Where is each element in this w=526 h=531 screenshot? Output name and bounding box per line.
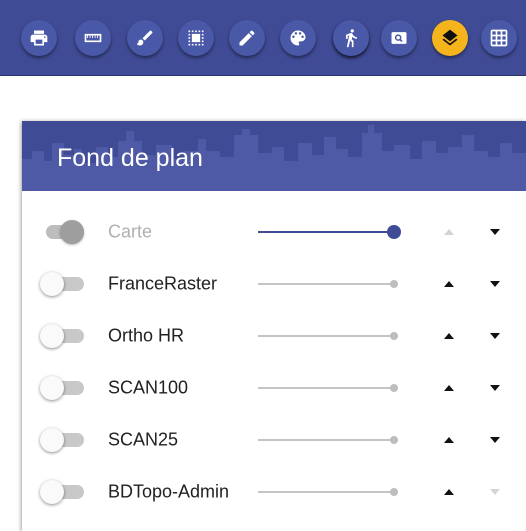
layer-toggle-franceraster[interactable] [40,272,90,296]
slider-thumb[interactable] [390,436,398,444]
layers-button[interactable] [432,20,468,56]
style-button[interactable] [280,20,316,56]
move-up-arrow-icon[interactable] [439,482,459,502]
move-up-arrow-icon[interactable] [439,222,459,242]
print-button[interactable] [21,20,57,56]
edit-button[interactable] [229,20,265,56]
main-toolbar [0,0,526,76]
draw-brush-button[interactable] [127,20,163,56]
opacity-slider-scan25[interactable] [258,433,398,447]
layer-row-ortho-hr: Ortho HR [22,310,526,362]
move-up-arrow-icon[interactable] [439,430,459,450]
ruler-icon [84,33,102,43]
slider-thumb[interactable] [390,488,398,496]
opacity-slider-ortho-hr[interactable] [258,329,398,343]
opacity-slider-franceraster[interactable] [258,277,398,291]
move-down-arrow-icon[interactable] [485,326,505,346]
move-down-arrow-icon[interactable] [485,430,505,450]
walk-icon [346,29,357,48]
move-up-arrow-icon[interactable] [439,274,459,294]
zoom-area-button[interactable] [381,20,417,56]
move-down-arrow-icon[interactable] [485,378,505,398]
palette-icon [290,30,306,46]
layer-toggle-ortho-hr[interactable] [40,324,90,348]
move-up-arrow-icon[interactable] [439,326,459,346]
selection-icon [188,30,204,46]
layer-row-carte: Carte [22,206,526,258]
opacity-slider-carte[interactable] [258,225,401,239]
zoom-box-icon [391,32,407,44]
toggle-knob [40,272,64,296]
panel-header: Fond de plan [22,121,526,191]
toggle-knob [40,480,64,504]
move-down-arrow-icon[interactable] [485,222,505,242]
layer-label: BDTopo-Admin [108,481,230,502]
grid-icon [490,29,508,47]
layer-toggle-scan25[interactable] [40,428,90,452]
slider-rail [258,439,394,441]
measure-button[interactable] [75,20,111,56]
select-area-button[interactable] [178,20,214,56]
layer-row-scan25: SCAN25 [22,414,526,466]
toggle-knob [40,428,64,452]
brush-icon [136,30,153,46]
pencil-icon [239,30,255,46]
layer-label: Carte [108,221,153,242]
slider-rail [258,491,394,493]
toggle-knob [40,376,64,400]
slider-thumb[interactable] [390,384,398,392]
slider-rail [258,283,394,285]
walk-button[interactable] [333,20,369,56]
move-down-arrow-icon[interactable] [485,274,505,294]
layer-toggle-scan100[interactable] [40,376,90,400]
layer-label: SCAN100 [108,377,189,398]
layer-toggle-bdtopo-admin[interactable] [40,480,90,504]
layer-label: SCAN25 [108,429,179,450]
grid-button[interactable] [481,20,517,56]
slider-thumb[interactable] [390,332,398,340]
toggle-knob [40,324,64,348]
slider-rail [258,387,394,389]
layer-row-scan100: SCAN100 [22,362,526,414]
move-up-arrow-icon[interactable] [439,378,459,398]
basemap-panel: Fond de plan Carte FranceRaster Ortho HR… [22,121,526,531]
layer-label: FranceRaster [108,273,218,294]
opacity-slider-scan100[interactable] [258,381,398,395]
toggle-knob [60,220,84,244]
opacity-slider-bdtopo-admin[interactable] [258,485,398,499]
print-icon [30,30,48,46]
layer-toggle-carte[interactable] [40,220,90,244]
panel-title: Fond de plan [57,144,203,172]
slider-thumb[interactable] [390,280,398,288]
move-down-arrow-icon[interactable] [485,482,505,502]
slider-fill [258,231,394,233]
layer-row-franceraster: FranceRaster [22,258,526,310]
slider-rail [258,335,394,337]
slider-thumb[interactable] [387,225,401,239]
layer-label: Ortho HR [108,325,185,346]
layers-icon [442,29,458,46]
layer-row-bdtopo-admin: BDTopo-Admin [22,466,526,518]
